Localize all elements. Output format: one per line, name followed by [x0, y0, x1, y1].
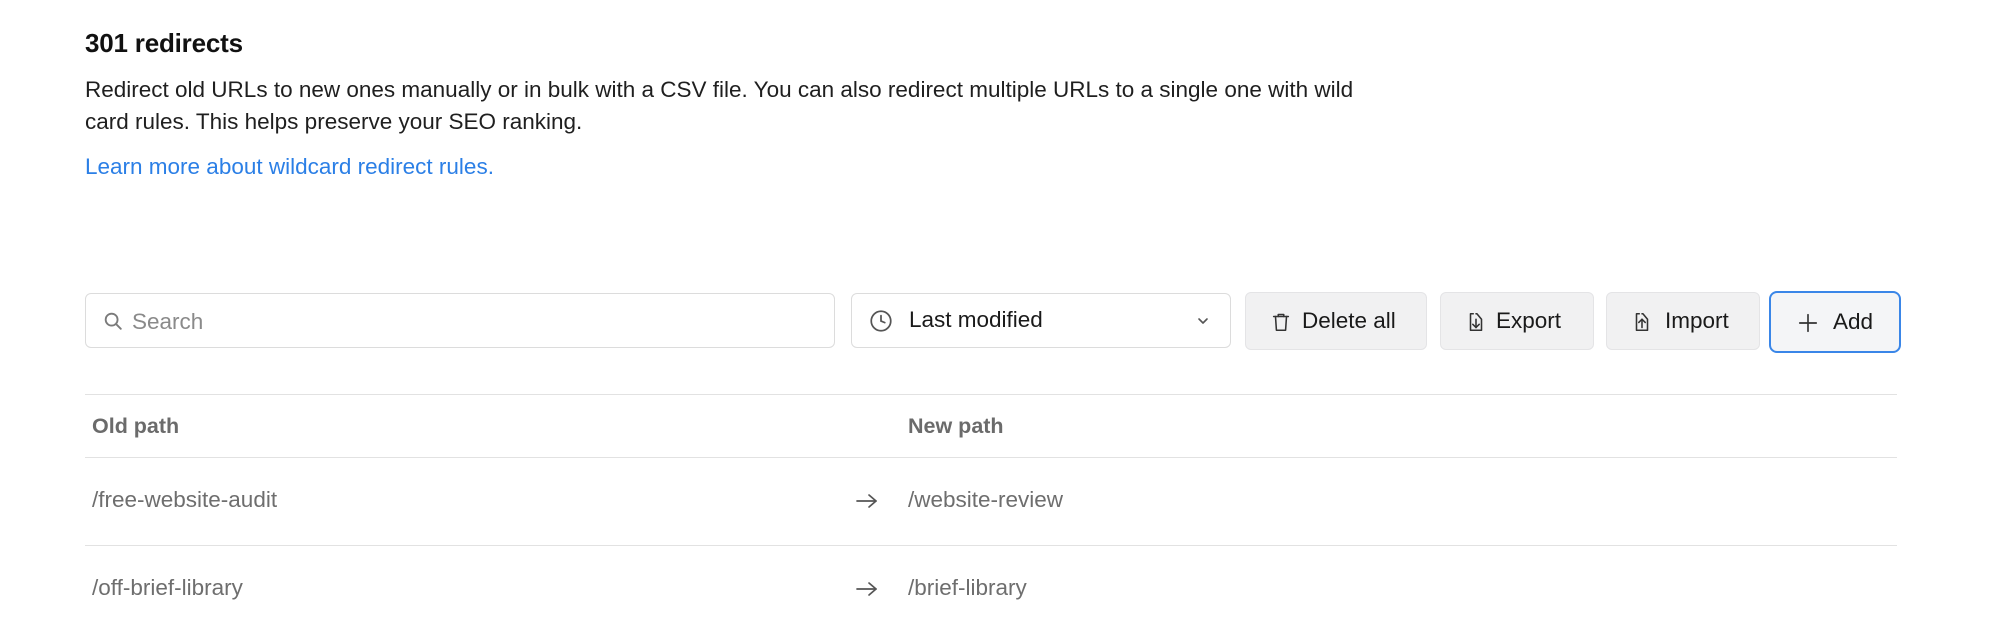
- import-icon: [1635, 312, 1649, 332]
- plus-icon: [1798, 313, 1818, 333]
- column-header-old-path: Old path: [92, 414, 180, 438]
- export-icon: [1469, 312, 1483, 332]
- row-divider: [85, 545, 1897, 546]
- sort-select-value: Last modified: [909, 307, 1043, 332]
- export-label: Export: [1496, 308, 1562, 333]
- old-path-cell: /free-website-audit: [92, 487, 278, 512]
- export-button[interactable]: Export: [1440, 292, 1594, 350]
- trash-icon: [1272, 313, 1290, 332]
- section-description: Redirect old URLs to new ones manually o…: [85, 77, 1354, 134]
- delete-all-label: Delete all: [1302, 308, 1396, 333]
- table-top-divider: [85, 394, 1897, 395]
- add-label: Add: [1833, 309, 1874, 334]
- new-path-cell: /brief-library: [908, 575, 1027, 600]
- delete-all-button[interactable]: Delete all: [1245, 292, 1427, 350]
- add-button[interactable]: Add: [1769, 291, 1901, 353]
- clock-icon: [870, 310, 892, 332]
- old-path-cell: /off-brief-library: [92, 575, 243, 600]
- import-button[interactable]: Import: [1606, 292, 1760, 350]
- sort-select[interactable]: Last modified: [851, 293, 1231, 348]
- search-icon: [104, 312, 122, 330]
- new-path-cell: /website-review: [908, 487, 1064, 512]
- arrow-right-icon: [856, 582, 877, 596]
- search-input[interactable]: [130, 294, 824, 349]
- arrow-right-icon: [856, 494, 877, 508]
- chevron-down-icon: [1198, 318, 1208, 324]
- section-title: 301 redirects: [85, 28, 243, 58]
- header-divider: [85, 457, 1897, 458]
- import-label: Import: [1665, 308, 1729, 333]
- toolbar: Last modified Delete all Export: [85, 291, 1901, 353]
- column-header-new-path: New path: [908, 414, 1004, 438]
- search-box[interactable]: [85, 293, 835, 349]
- learn-more-link[interactable]: Learn more about wildcard redirect rules…: [85, 154, 494, 180]
